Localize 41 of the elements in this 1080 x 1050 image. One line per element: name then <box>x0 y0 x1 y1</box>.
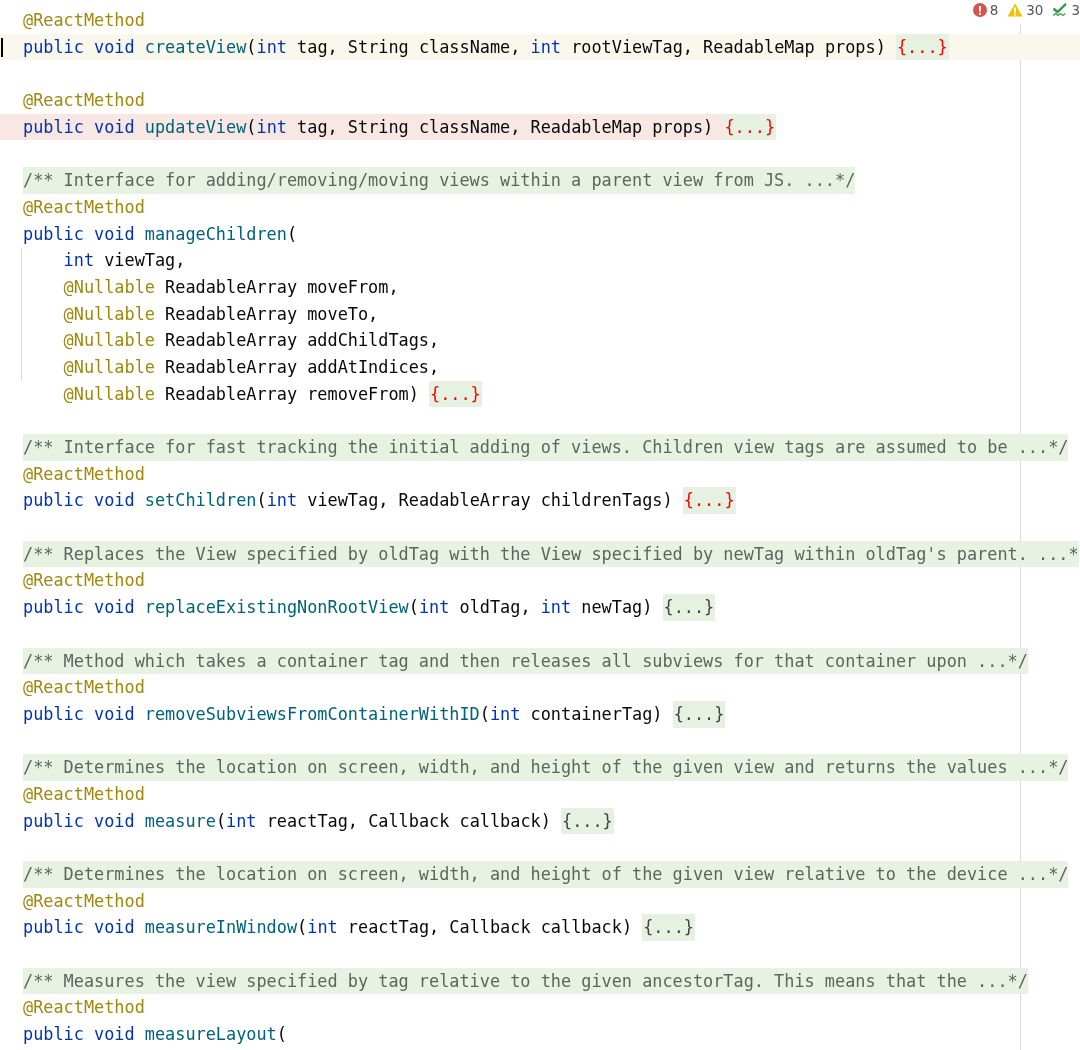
code-line: @ReactMethod <box>23 462 145 486</box>
code-line: public void manageChildren( <box>23 222 298 246</box>
code-line: @ReactMethod <box>23 782 145 806</box>
folded-code-block[interactable]: {...} <box>642 914 695 942</box>
code-line: @ReactMethod <box>23 89 145 113</box>
code-line: @Nullable ReadableArray addChildTags, <box>63 329 440 353</box>
code-line: @Nullable ReadableArray removeFrom) <box>63 382 420 406</box>
code-line: public void measureInWindow(int reactTag, Callback callback) <box>23 916 634 940</box>
doc-comment: /** Measures the view specified by tag relative to the given ancestorTag. This means that the ...*/ <box>23 967 1028 995</box>
doc-comment: /** Interface for fast tracking the initial adding of views. Children view tags are assumed to be ...*/ <box>23 434 1069 461</box>
code-line: @Nullable ReadableArray moveTo, <box>63 302 379 326</box>
code-line: public void replaceExistingNonRootView(int oldTag, int newTag) <box>23 596 654 620</box>
code-line: @Nullable ReadableArray moveFrom, <box>63 275 399 299</box>
code-line: public void measureLayout( <box>23 1023 287 1047</box>
folded-code-block[interactable]: {...} <box>662 594 716 621</box>
code-line: int viewTag, <box>63 249 186 273</box>
text-caret <box>1 37 3 57</box>
code-line: public void measure(int reactTag, Callback callback) <box>23 809 552 833</box>
doc-comment: /** Method which takes a container tag and then releases all subviews for that container upon ...*/ <box>23 647 1028 675</box>
code-line: @ReactMethod <box>23 9 145 32</box>
code-line: @ReactMethod <box>23 996 145 1020</box>
folded-code-block[interactable]: {...} <box>561 807 614 835</box>
code-line: @ReactMethod <box>23 889 145 913</box>
doc-comment: /** Replaces the View specified by oldTag with the View specified by newTag within oldTag's parent. ...* <box>23 540 1079 568</box>
check-icon[interactable] <box>1052 3 1069 17</box>
code-line: public void setChildren(int viewTag, ReadableArray childrenTags) <box>23 489 674 513</box>
doc-comment: /** Determines the location on screen, width, and height of the given view relative to the device ...*/ <box>23 861 1069 888</box>
error-icon[interactable] <box>972 3 987 17</box>
folded-code-block[interactable]: {...} <box>672 700 726 728</box>
code-line: @Nullable ReadableArray addAtIndices, <box>63 355 440 379</box>
warning-count: 30 <box>1026 2 1044 18</box>
doc-comment: /** Interface for adding/removing/moving views within a parent view from JS. ...*/ <box>23 167 856 194</box>
check-count: 3 <box>1071 2 1080 18</box>
code-line: @ReactMethod <box>23 676 145 700</box>
code-line: @ReactMethod <box>23 569 145 593</box>
error-count: 8 <box>989 2 999 18</box>
doc-comment: /** Determines the location on screen, width, and height of the given view and returns the values ...*/ <box>23 754 1069 781</box>
code-line: @ReactMethod <box>23 195 145 219</box>
code-line: public void createView(int tag, String className, int rootViewTag, ReadableMap props) <box>23 35 887 59</box>
code-line: public void removeSubviewsFromContainerWithID(int containerTag) <box>23 702 664 726</box>
code-line: public void updateView(int tag, String className, ReadableMap props) <box>23 115 715 139</box>
